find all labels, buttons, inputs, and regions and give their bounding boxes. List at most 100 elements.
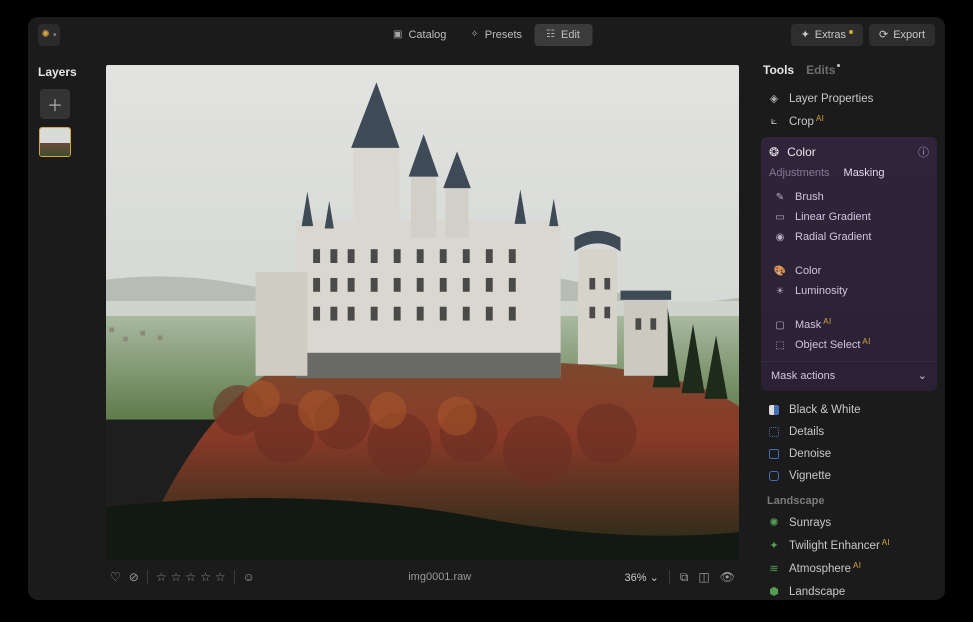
edit-icon: ☷: [546, 29, 555, 40]
export-label: Export: [893, 29, 925, 41]
crop-icon: ⟀: [767, 115, 781, 128]
preview-button[interactable]: 👁: [720, 570, 735, 584]
layers-title: Layers: [38, 65, 77, 79]
star-2[interactable]: ☆: [171, 570, 182, 584]
right-panel-tabs: Tools Edits: [761, 63, 937, 77]
color-tool-panel: ❂ Color ⓘ Adjustments Masking ✎ Brush ▭ …: [761, 137, 937, 391]
mask-linear-gradient[interactable]: ▭ Linear Gradient: [765, 207, 933, 227]
zoom-dropdown[interactable]: 36% ⌄: [625, 571, 659, 584]
extras-label: Extras: [815, 29, 846, 41]
compare-button[interactable]: ◫: [698, 570, 709, 584]
twilight-icon: ✦: [767, 539, 781, 552]
separator: [147, 570, 148, 584]
bottom-right-controls: 36% ⌄ ⧉ ◫ 👁: [625, 570, 735, 585]
chevron-down-icon: ⌄: [918, 369, 927, 382]
info-icon[interactable]: ⓘ: [918, 144, 929, 160]
rating-stars: ☆ ☆ ☆ ☆ ☆: [156, 570, 226, 584]
reject-button[interactable]: ⊘: [129, 570, 139, 584]
export-button[interactable]: ⟳ Export: [869, 24, 935, 46]
tab-tools[interactable]: Tools: [763, 63, 794, 77]
catalog-label: Catalog: [408, 29, 446, 41]
mask-radial-gradient[interactable]: ◉ Radial Gradient: [765, 227, 933, 247]
chevron-down-icon: ⌄: [650, 572, 659, 584]
right-panel: Tools Edits ◈ Layer Properties ⟀ Crop ❂: [753, 53, 945, 600]
tool-layer-properties[interactable]: ◈ Layer Properties: [761, 87, 937, 110]
chevron-down-icon: ▾: [53, 31, 57, 39]
export-icon: ⟳: [879, 28, 888, 41]
tool-black-white[interactable]: Black & White: [761, 399, 937, 421]
subtab-masking[interactable]: Masking: [844, 167, 885, 179]
separator: [669, 570, 670, 584]
layers-panel: Layers ＋: [28, 53, 106, 600]
sunrays-icon: ✺: [767, 516, 781, 529]
brush-icon: ✎: [773, 192, 787, 203]
separator: [234, 570, 235, 584]
main-area: Layers ＋: [28, 53, 945, 600]
zoom-value: 36%: [625, 572, 647, 584]
presets-label: Presets: [485, 29, 522, 41]
histogram-button[interactable]: ⧉: [680, 570, 689, 585]
denoise-icon: [767, 449, 781, 459]
star-5[interactable]: ☆: [215, 570, 226, 584]
presets-icon: ✧: [470, 29, 478, 40]
bottom-left-controls: ♡ ⊘ ☆ ☆ ☆ ☆ ☆ ☺: [110, 570, 255, 584]
app-menu-button[interactable]: ✺ ▾: [38, 24, 60, 46]
mask-luminosity[interactable]: ☀ Luminosity: [765, 281, 933, 301]
star-3[interactable]: ☆: [185, 570, 196, 584]
mask-actions-dropdown[interactable]: Mask actions ⌄: [761, 361, 937, 389]
filename-label: img0001.raw: [265, 571, 615, 583]
landscape-section-title: Landscape: [761, 487, 937, 511]
top-bar: ✺ ▾ ▣ Catalog ✧ Presets ☷ Edit ✦ Extras: [28, 17, 945, 53]
presets-tab[interactable]: ✧ Presets: [458, 24, 534, 46]
color-tool-header[interactable]: ❂ Color ⓘ: [761, 137, 937, 167]
app-logo-icon: ✺: [42, 29, 50, 40]
canvas-bottom-bar: ♡ ⊘ ☆ ☆ ☆ ☆ ☆ ☺ img0001.raw: [106, 560, 739, 594]
details-icon: [767, 427, 781, 437]
tool-vignette[interactable]: Vignette: [761, 465, 937, 487]
image-canvas[interactable]: [106, 65, 739, 560]
landscape-icon: ⬢: [767, 585, 781, 598]
mask-tools-group-3: ▢ Mask ⬚ Object Select: [761, 313, 937, 357]
catalog-tab[interactable]: ▣ Catalog: [381, 24, 458, 46]
edits-indicator-dot: [837, 64, 840, 67]
tool-sunrays[interactable]: ✺ Sunrays: [761, 511, 937, 534]
tool-details[interactable]: Details: [761, 421, 937, 443]
subtab-adjustments[interactable]: Adjustments: [769, 167, 830, 179]
sparkle-icon: ✦: [801, 28, 810, 41]
mode-switcher: ▣ Catalog ✧ Presets ☷ Edit: [381, 24, 592, 46]
mask-tools-group-1: ✎ Brush ▭ Linear Gradient ◉ Radial Gradi…: [761, 185, 937, 249]
mask-color[interactable]: 🎨 Color: [765, 261, 933, 281]
add-layer-button[interactable]: ＋: [40, 89, 70, 119]
star-4[interactable]: ☆: [200, 570, 211, 584]
bw-icon: [767, 405, 781, 415]
tool-atmosphere[interactable]: ≋ Atmosphere: [761, 557, 937, 580]
mask-object-select[interactable]: ⬚ Object Select: [765, 335, 933, 355]
object-select-icon: ⬚: [773, 340, 787, 351]
luminosity-icon: ☀: [773, 286, 787, 297]
mask-tools-group-2: 🎨 Color ☀ Luminosity: [761, 259, 937, 303]
plus-icon: ＋: [47, 92, 63, 116]
color-label-button[interactable]: ☺: [243, 570, 255, 584]
star-1[interactable]: ☆: [156, 570, 167, 584]
radial-gradient-icon: ◉: [773, 232, 787, 243]
photo-content: [106, 65, 739, 560]
extras-button[interactable]: ✦ Extras: [791, 24, 863, 46]
atmosphere-icon: ≋: [767, 562, 781, 575]
vignette-icon: [767, 471, 781, 481]
tool-landscape[interactable]: ⬢ Landscape: [761, 580, 937, 600]
favorite-button[interactable]: ♡: [110, 570, 121, 584]
layer-properties-icon: ◈: [767, 92, 781, 105]
layer-thumbnail-1[interactable]: [39, 127, 71, 157]
catalog-icon: ▣: [393, 29, 402, 40]
top-right-actions: ✦ Extras ⟳ Export: [791, 24, 935, 46]
mask-ai[interactable]: ▢ Mask: [765, 315, 933, 335]
tool-twilight-enhancer[interactable]: ✦ Twilight Enhancer: [761, 534, 937, 557]
edit-tab[interactable]: ☷ Edit: [534, 24, 592, 46]
mask-brush[interactable]: ✎ Brush: [765, 187, 933, 207]
color-icon: ❂: [769, 145, 779, 159]
layer-thumb-image: [40, 128, 70, 156]
tool-crop[interactable]: ⟀ Crop: [761, 110, 937, 133]
tool-denoise[interactable]: Denoise: [761, 443, 937, 465]
linear-gradient-icon: ▭: [773, 212, 787, 223]
tab-edits[interactable]: Edits: [806, 63, 840, 77]
